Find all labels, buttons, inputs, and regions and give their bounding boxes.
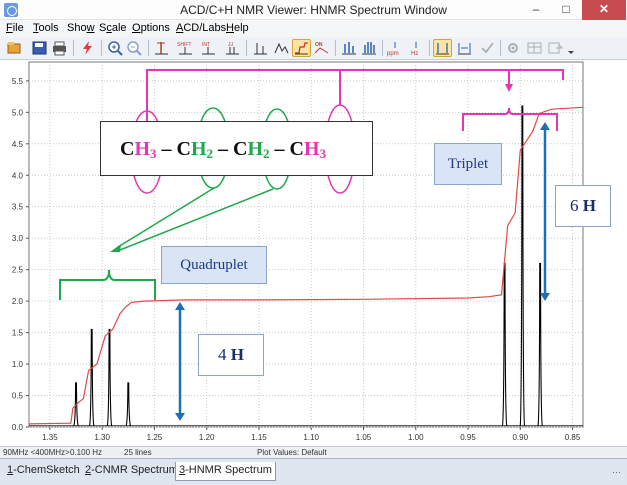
x-tick-label: 1.25 [147,433,163,442]
svg-text:SHIFT: SHIFT [177,42,191,48]
table-icon[interactable] [525,39,544,57]
integral-curve-icon[interactable] [292,39,311,57]
compare-icon[interactable] [455,39,474,57]
lightning-icon[interactable] [78,39,97,57]
x-tick-label: 1.00 [408,433,424,442]
zoom-out-icon[interactable] [125,39,144,57]
menu-help[interactable]: Help [226,22,249,34]
spectrum-plot[interactable]: 1.35 1.30 1.25 1.20 1.15 1.10 1.05 1.00 0.95 0.90… [0,60,627,446]
y-tick-label: 2.0 [12,297,24,306]
plot-icon[interactable] [251,39,270,57]
check-icon[interactable] [478,39,497,57]
open-icon[interactable] [5,39,24,57]
y-tick-label: 2.5 [12,266,24,275]
h6-integral-label: 6 H [555,185,611,227]
y-tick-label: 1.0 [12,360,24,369]
y-tick-label: 1.5 [12,329,24,338]
formula-ch3-right: CH3 [289,138,327,161]
spectrum-multi-icon[interactable] [359,39,378,57]
status-lines: 25 lines [124,448,152,457]
svg-text:INT: INT [202,42,210,48]
status-plot-values: Plot Values: Default [257,448,327,457]
x-tick-label: 1.15 [251,433,267,442]
menu-acdlabs[interactable]: ACD/Labs [176,22,226,34]
cursor-icon[interactable] [433,39,452,57]
menu-show[interactable]: Show [67,22,95,34]
formula-ch2-right: CH2 [233,138,270,161]
toolbar-overflow-icon[interactable] [566,39,576,57]
save-icon[interactable] [30,39,49,57]
menu-tools[interactable]: Tools [33,22,59,34]
x-tick-label: 1.30 [94,433,110,442]
tab-cnmr-spectrum[interactable]: 2-CNMR Spectrum [82,462,181,481]
tab-chemsketch[interactable]: 1-ChemSketch [4,462,83,481]
hz-icon[interactable]: Hz [407,39,426,57]
y-tick-label: 5.5 [12,77,24,86]
menu-scale[interactable]: Scale [99,22,127,34]
spectrum-icon[interactable] [339,39,358,57]
x-tick-label: 1.10 [303,433,319,442]
document-tab-bar: 1-ChemSketch 2-CNMR Spectrum 3-HNMR Spec… [0,458,627,485]
formula-ch2-left: CH2 [176,138,214,161]
title-bar: ACD/C+H NMR Viewer: HNMR Spectrum Window… [0,0,627,20]
svg-text:JJ: JJ [228,42,234,48]
y-tick-label: 4.0 [12,171,24,180]
y-tick-label: 3.0 [12,234,24,243]
y-tick-label: 0.5 [12,392,24,401]
y-tick-label: 4.5 [12,140,24,149]
formula-ch3-left: CH3 [120,138,157,161]
h4-integral-label: 4 H [198,334,264,376]
y-tick-label: 5.0 [12,108,24,117]
integral-icon[interactable]: INT [199,39,218,57]
y-tick-label: 3.5 [12,203,24,212]
x-tick-label: 0.85 [565,433,581,442]
close-button[interactable]: ✕ [582,0,626,20]
menu-file[interactable]: File [6,22,24,34]
svg-text:ppm: ppm [387,51,399,57]
print-icon[interactable] [50,39,69,57]
tab-hnmr-spectrum[interactable]: 3-HNMR Spectrum [175,462,276,481]
zoom-in-icon[interactable] [106,39,125,57]
svg-text:Hz: Hz [411,51,418,57]
status-frequency: 90MHz <400MHz> [3,448,70,457]
plot-scale-icon[interactable] [272,39,291,57]
ppm-icon[interactable]: ppm [386,39,405,57]
tab-grip-icon: ⋯ [612,467,621,477]
y-tick-label: 0.0 [12,423,24,432]
x-tick-label: 1.05 [356,433,372,442]
status-bar: 90MHz <400MHz> 0.100 Hz 25 lines Plot Va… [0,446,627,458]
menu-bar: File Tools Show Scale Options ACD/Labs H… [0,20,627,37]
quadruplet-label: Quadruplet [161,246,267,284]
shift-icon[interactable]: SHIFT [176,39,195,57]
j-coupling-icon[interactable]: JJ [223,39,242,57]
x-tick-label: 0.90 [512,433,528,442]
settings-icon[interactable] [504,39,523,57]
x-tick-label: 0.95 [460,433,476,442]
molecule-formula: CH3 – CH2 – CH2 – CH3 [100,121,373,176]
x-tick-label: 1.35 [42,433,58,442]
svg-text:ON: ON [315,42,323,48]
toolbar: SHIFT INT JJ ON ppm Hz [0,37,627,60]
status-resolution: 0.100 Hz [70,448,103,457]
maximize-button[interactable]: □ [552,0,580,20]
plot-frame [28,61,584,428]
minimize-button[interactable]: – [522,0,550,20]
peak-icon[interactable] [152,39,171,57]
nmr-chart[interactable]: 1.35 1.30 1.25 1.20 1.15 1.10 1.05 1.00 0.95 0.90… [0,60,627,446]
triplet-label: Triplet [434,143,502,185]
export-icon[interactable] [546,39,565,57]
x-tick-label: 1.20 [199,433,215,442]
menu-options[interactable]: Options [132,22,170,34]
on-off-icon[interactable]: ON [312,39,331,57]
